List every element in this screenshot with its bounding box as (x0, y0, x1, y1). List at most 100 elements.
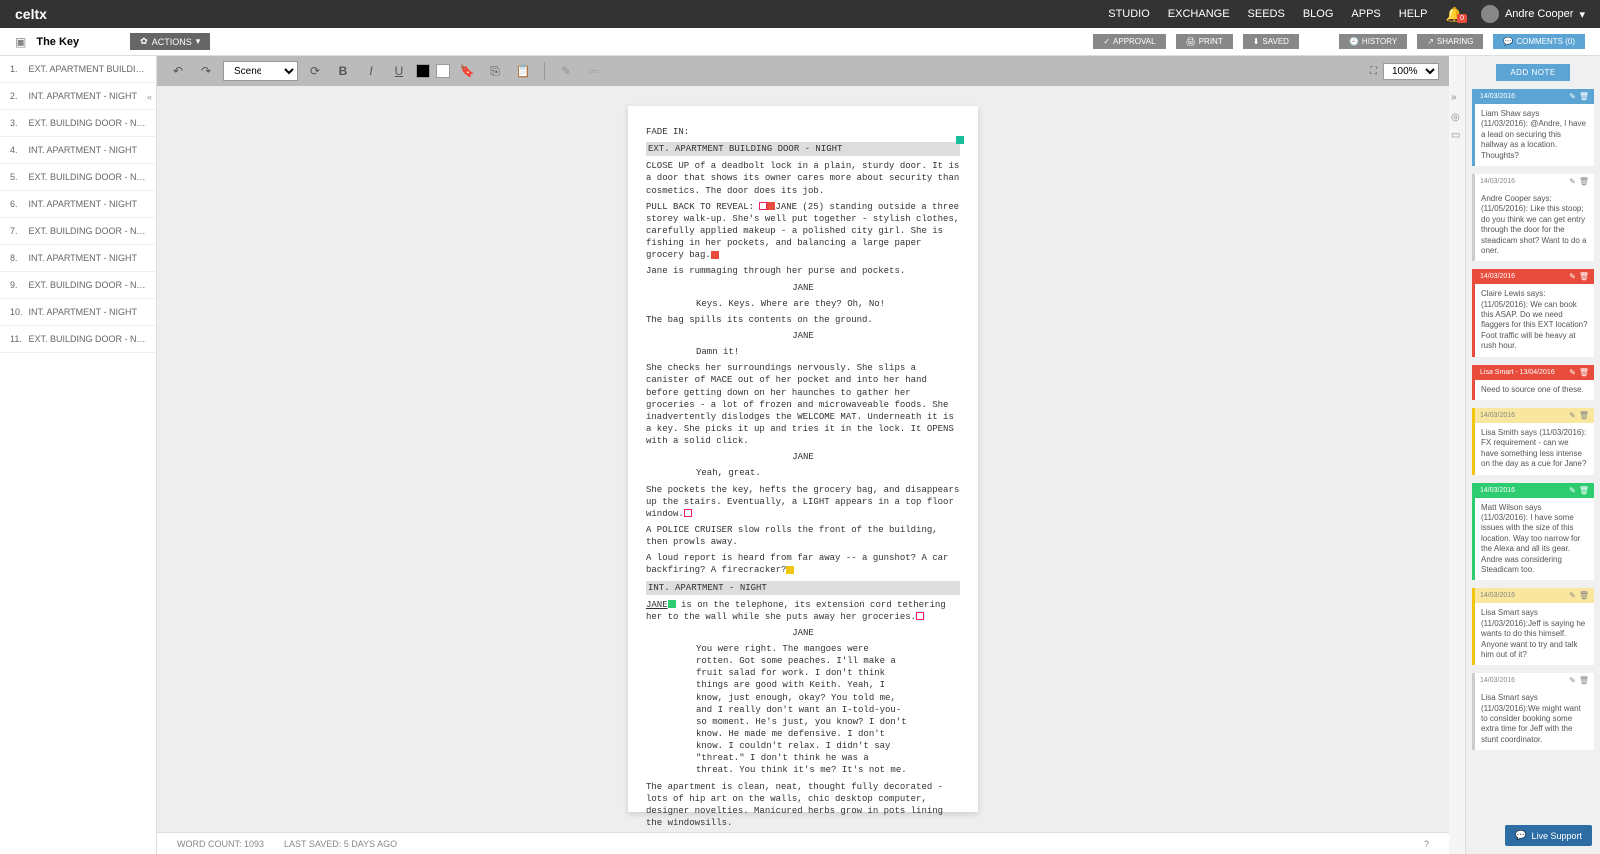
scene-item[interactable]: 6. INT. APARTMENT - NIGHT (0, 191, 156, 218)
note-marker-icon[interactable] (759, 202, 767, 210)
edit-note-icon[interactable]: ✎ (1569, 486, 1576, 495)
scene-item[interactable]: 9. EXT. BUILDING DOOR - NIGHT (0, 272, 156, 299)
action-text[interactable]: A POLICE CRUISER slow rolls the front of… (646, 524, 960, 548)
italic-button[interactable]: I (360, 60, 382, 82)
action-text[interactable]: The apartment is clean, neat, thought fu… (646, 781, 960, 830)
comments-button[interactable]: 💬 COMMENTS (0) (1493, 34, 1585, 49)
bold-button[interactable]: B (332, 60, 354, 82)
action-text[interactable]: JANE is on the telephone, its extension … (646, 599, 960, 623)
character-cue[interactable]: JANE (646, 451, 960, 463)
action-text[interactable]: CLOSE UP of a deadbolt lock in a plain, … (646, 160, 960, 196)
scene-item[interactable]: 1. EXT. APARTMENT BUILDING DOOR - ... (0, 56, 156, 83)
copy-button[interactable]: ⎘ (484, 60, 506, 82)
edit-note-icon[interactable]: ✎ (1569, 177, 1576, 186)
note-marker-icon[interactable] (668, 600, 676, 608)
help-icon[interactable]: ? (1424, 839, 1429, 849)
delete-note-icon[interactable]: 🗑 (1579, 272, 1589, 281)
bg-color-swatch[interactable] (436, 64, 450, 78)
view-icon[interactable]: ◎ (1451, 112, 1460, 123)
history-button[interactable]: 🕘 HISTORY (1339, 34, 1407, 49)
scene-item[interactable]: 4. INT. APARTMENT - NIGHT (0, 137, 156, 164)
action-text[interactable]: PULL BACK TO REVEAL: JANE (25) standing … (646, 201, 960, 262)
character-cue[interactable]: JANE (646, 330, 960, 342)
character-cue[interactable]: JANE (646, 282, 960, 294)
print-button[interactable]: 🖨 PRINT (1176, 34, 1233, 49)
note-card[interactable]: 14/03/2016✎🗑Matt Wilson says (11/03/2016… (1472, 483, 1594, 581)
dialogue-text[interactable]: Keys. Keys. Where are they? Oh, No! (696, 298, 910, 310)
note-marker-icon[interactable] (956, 136, 964, 144)
scene-item[interactable]: 7. EXT. BUILDING DOOR - NIGHT (0, 218, 156, 245)
scene-item[interactable]: 3. EXT. BUILDING DOOR - NIGHT (0, 110, 156, 137)
note-card[interactable]: 14/03/2016✎🗑Liam Shaw says (11/03/2016):… (1472, 89, 1594, 166)
note-card[interactable]: 14/03/2016✎🗑Andre Cooper says: (11/05/20… (1472, 174, 1594, 261)
page-scroll[interactable]: FADE IN: EXT. APARTMENT BUILDING DOOR - … (157, 86, 1449, 832)
delete-note-icon[interactable]: 🗑 (1579, 591, 1589, 600)
expand-notes-icon[interactable]: » (1451, 92, 1457, 103)
nav-studio[interactable]: STUDIO (1108, 8, 1150, 20)
user-menu[interactable]: Andre Cooper ▾ (1481, 5, 1585, 23)
edit-note-icon[interactable]: ✎ (1569, 411, 1576, 420)
action-text[interactable]: A loud report is heard from far away -- … (646, 552, 960, 576)
scene-item[interactable]: 2. INT. APARTMENT - NIGHT (0, 83, 156, 110)
add-note-button[interactable]: ADD NOTE (1496, 64, 1569, 81)
edit-note-icon[interactable]: ✎ (1569, 272, 1576, 281)
hamburger-icon[interactable]: ▣ (15, 35, 26, 49)
scene-item[interactable]: 11. EXT. BUILDING DOOR - NIGHT (0, 326, 156, 353)
note-card[interactable]: 14/03/2016✎🗑Lisa Smart says (11/03/2016)… (1472, 588, 1594, 665)
note-card[interactable]: 14/03/2016✎🗑Lisa Smart says (11/03/2016)… (1472, 673, 1594, 750)
scene-item[interactable]: 10. INT. APARTMENT - NIGHT (0, 299, 156, 326)
note-card[interactable]: 14/03/2016✎🗑Claire Lewis says: (11/05/20… (1472, 269, 1594, 356)
edit-note-icon[interactable]: ✎ (1569, 591, 1576, 600)
action-text[interactable]: The bag spills its contents on the groun… (646, 314, 960, 326)
nav-help[interactable]: HELP (1399, 8, 1428, 20)
panel-icon[interactable]: ▭ (1451, 130, 1460, 141)
note-card[interactable]: 14/03/2016✎🗑Lisa Smith says (11/03/2016)… (1472, 408, 1594, 475)
actions-button[interactable]: ✿ACTIONS ▾ (130, 33, 210, 50)
saved-button[interactable]: ⬇ SAVED (1243, 34, 1299, 49)
nav-blog[interactable]: BLOG (1303, 8, 1334, 20)
tag-button[interactable]: 🔖 (456, 60, 478, 82)
edit-note-icon[interactable]: ✎ (1569, 676, 1576, 685)
refresh-icon[interactable]: ⟳ (304, 60, 326, 82)
scene-item[interactable]: 8. INT. APARTMENT - NIGHT (0, 245, 156, 272)
zoom-select[interactable]: 100% (1383, 63, 1439, 80)
notifications-icon[interactable]: 🔔0 (1446, 6, 1463, 23)
collapse-sidebar-icon[interactable]: « (147, 92, 157, 106)
note-marker-icon[interactable] (684, 509, 692, 517)
paste-button[interactable]: 📋 (512, 60, 534, 82)
tool-a-button[interactable]: ✎ (555, 60, 577, 82)
character-cue[interactable]: JANE (646, 627, 960, 639)
action-text[interactable]: She checks her surroundings nervously. S… (646, 362, 960, 447)
edit-note-icon[interactable]: ✎ (1569, 92, 1576, 101)
delete-note-icon[interactable]: 🗑 (1579, 92, 1589, 101)
action-text[interactable]: Jane is rummaging through her purse and … (646, 265, 960, 277)
dialogue-text[interactable]: Damn it! (696, 346, 910, 358)
notes-list[interactable]: 14/03/2016✎🗑Liam Shaw says (11/03/2016):… (1466, 89, 1600, 854)
nav-apps[interactable]: APPS (1351, 8, 1380, 20)
dialogue-text[interactable]: Yeah, great. (696, 467, 910, 479)
delete-note-icon[interactable]: 🗑 (1579, 368, 1589, 377)
fullscreen-icon[interactable]: ⛶ (1370, 66, 1377, 77)
scene-item[interactable]: 5. EXT. BUILDING DOOR - NIGHT (0, 164, 156, 191)
delete-note-icon[interactable]: 🗑 (1579, 486, 1589, 495)
scene-heading[interactable]: INT. APARTMENT - NIGHT (646, 581, 960, 595)
note-marker-icon[interactable] (786, 566, 794, 574)
undo-button[interactable]: ↶ (167, 60, 189, 82)
edit-note-icon[interactable]: ✎ (1569, 368, 1576, 377)
live-support-button[interactable]: 💬 Live Support (1505, 825, 1592, 846)
note-card[interactable]: Lisa Smart - 13/04/2016✎🗑Need to source … (1472, 365, 1594, 400)
delete-note-icon[interactable]: 🗑 (1579, 177, 1589, 186)
scene-heading[interactable]: EXT. APARTMENT BUILDING DOOR - NIGHT (646, 142, 960, 156)
text-color-swatch[interactable] (416, 64, 430, 78)
note-marker-icon[interactable] (711, 251, 719, 259)
nav-seeds[interactable]: SEEDS (1248, 8, 1285, 20)
dialogue-text[interactable]: You were right. The mangoes were rotten.… (696, 643, 910, 777)
tool-b-button[interactable]: ⎓ (583, 60, 605, 82)
action-text[interactable]: She pockets the key, hefts the grocery b… (646, 484, 960, 520)
delete-note-icon[interactable]: 🗑 (1579, 411, 1589, 420)
note-marker-icon[interactable] (916, 612, 924, 620)
script-page[interactable]: FADE IN: EXT. APARTMENT BUILDING DOOR - … (628, 106, 978, 812)
underline-button[interactable]: U (388, 60, 410, 82)
delete-note-icon[interactable]: 🗑 (1579, 676, 1589, 685)
sharing-button[interactable]: ↗ SHARING (1417, 34, 1483, 49)
